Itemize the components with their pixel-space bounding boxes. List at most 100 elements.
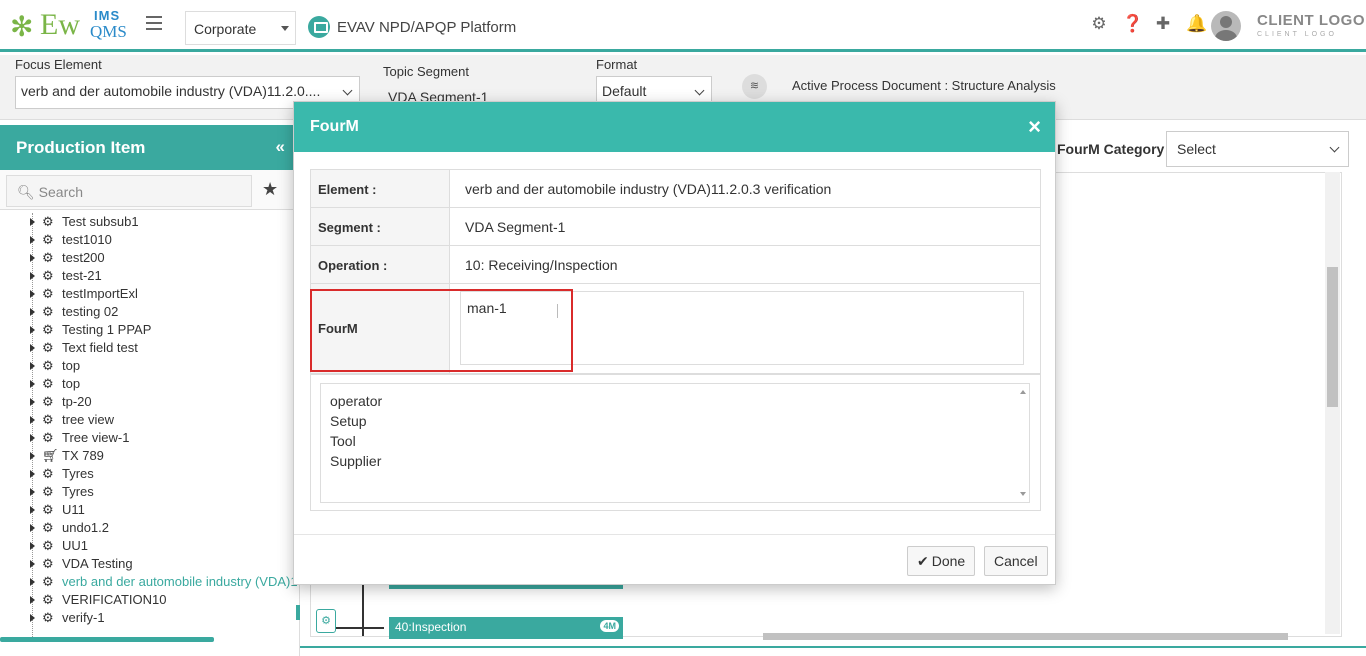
header-actions: ⚙ ❓ ✚ 🔔: [1090, 14, 1207, 34]
element-row: Element : verb and der automobile indust…: [311, 170, 1040, 208]
vertical-scrollbar[interactable]: [1325, 172, 1340, 634]
layers-icon[interactable]: ≋: [742, 74, 767, 99]
production-item-panel: Production Item « 🔍︎ Search ★ ⚙ Test subs…: [0, 125, 300, 656]
segment-label: Segment :: [311, 208, 450, 245]
footer-divider: [300, 646, 1366, 648]
search-input[interactable]: 🔍︎ Search: [6, 175, 252, 207]
tree-item[interactable]: ⚙ top: [0, 357, 300, 375]
tree-item[interactable]: ⚙ testing 02: [0, 303, 300, 321]
tree-item[interactable]: ⚙ UU1: [0, 537, 300, 555]
tree-item-label: Text field test: [62, 340, 138, 355]
monitor-icon: [308, 16, 330, 38]
chevron-down-icon: [342, 85, 353, 96]
tree-item[interactable]: ⚙ test-21: [0, 267, 300, 285]
fourm-option[interactable]: Setup: [330, 411, 1020, 431]
production-tree: ⚙ Test subsub1 ⚙ test1010 ⚙ test200 ⚙ test-21 ⚙ t…: [0, 213, 300, 639]
fourm-option[interactable]: Supplier: [330, 451, 1020, 471]
tree-item-label: verify-1: [62, 610, 105, 625]
tree-item[interactable]: ⚙ verb and der automobile industry (VDA)1: [0, 573, 300, 591]
done-button[interactable]: ✔ Done: [907, 546, 976, 576]
collapse-icon[interactable]: «: [276, 137, 285, 157]
modal-title: FourM: [310, 118, 359, 135]
gears-icon: ⚙: [42, 538, 54, 553]
gears-icon: ⚙: [42, 502, 54, 517]
fourm-options-list[interactable]: operator Setup Tool Supplier: [320, 383, 1030, 503]
done-label: Done: [931, 553, 966, 569]
tree-item[interactable]: ⚙ top: [0, 375, 300, 393]
tree-item[interactable]: ⚙ tp-20: [0, 393, 300, 411]
check-icon: ✔: [917, 553, 929, 569]
top-header: ✻ Ew IMS QMS Corporate EVAV NPD/APQP Pla…: [0, 0, 1366, 52]
platform-title-text: EVAV NPD/APQP Platform: [337, 18, 517, 36]
logo-text-ims: IMS: [94, 8, 121, 23]
tree-item[interactable]: ⚙ test1010: [0, 231, 300, 249]
selection-indicator: [296, 605, 300, 620]
tree-item[interactable]: ⚙ U11: [0, 501, 300, 519]
process-box[interactable]: 40:Inspection 4M: [389, 617, 623, 639]
operation-value: 10: Receiving/Inspection: [465, 257, 618, 273]
gears-icon: ⚙: [42, 304, 54, 319]
tree-item-label: undo1.2: [62, 520, 109, 535]
tree-item[interactable]: ⚙ Testing 1 PPAP: [0, 321, 300, 339]
tree-item[interactable]: ⚙ verify-1: [0, 609, 300, 627]
tree-item-label: top: [62, 358, 81, 373]
tree-item[interactable]: ⚙ Tree view-1: [0, 429, 300, 447]
fourm-category-value: Select: [1177, 141, 1216, 157]
tree-item-label: top: [62, 376, 81, 391]
gears-icon: ⚙: [42, 394, 54, 409]
tree-item[interactable]: ⚙ VDA Testing: [0, 555, 300, 573]
tree-item[interactable]: ⚙ test200: [0, 249, 300, 267]
tree-item[interactable]: ⚙ Test subsub1: [0, 213, 300, 231]
fourm-category-label: FourM Category: [1057, 141, 1165, 157]
app-logo[interactable]: ✻ Ew IMS QMS: [10, 6, 135, 46]
menu-toggle-icon[interactable]: [146, 16, 162, 30]
horizontal-scrollbar[interactable]: [0, 637, 214, 642]
plus-icon[interactable]: ✚: [1154, 14, 1172, 34]
scroll-down-icon[interactable]: [1020, 492, 1026, 496]
fourm-badge[interactable]: 4M: [600, 620, 619, 632]
scroll-up-icon[interactable]: [1020, 390, 1026, 394]
tree-item-label: tp-20: [62, 394, 92, 409]
fourm-option[interactable]: Tool: [330, 431, 1020, 451]
tree-item[interactable]: ⚙ Tyres: [0, 483, 300, 501]
gears-icon: ⚙: [42, 592, 54, 607]
gears-icon: ⚙: [42, 484, 54, 499]
flow-node-icon[interactable]: ⚙: [316, 609, 336, 633]
cancel-label: Cancel: [994, 553, 1038, 569]
tree-item[interactable]: ⚙ tree view: [0, 411, 300, 429]
star-icon[interactable]: ★: [262, 179, 278, 200]
highlight-annotation: [310, 289, 573, 372]
tree-item[interactable]: ⚙ Tyres: [0, 465, 300, 483]
modal-footer: ✔ Done Cancel: [294, 534, 1055, 585]
gears-icon: ⚙: [42, 268, 54, 283]
tree-item-label: test-21: [62, 268, 102, 283]
canvas-horizontal-scrollbar[interactable]: [763, 633, 1288, 640]
help-icon[interactable]: ❓: [1122, 14, 1143, 34]
fourm-option[interactable]: operator: [330, 391, 1020, 411]
tree-item[interactable]: ⚙ Text field test: [0, 339, 300, 357]
tree-item[interactable]: ⚙ testImportExl: [0, 285, 300, 303]
gears-icon: ⚙: [42, 340, 54, 355]
element-label: Element :: [311, 170, 450, 207]
tree-item[interactable]: ⚙ undo1.2: [0, 519, 300, 537]
search-icon: 🔍︎: [17, 184, 35, 200]
tree-item-label: Tyres: [62, 484, 94, 499]
tree-item-label: UU1: [62, 538, 89, 553]
tree-item[interactable]: 🛒︎ TX 789: [0, 447, 300, 465]
cancel-button[interactable]: Cancel: [984, 546, 1048, 576]
user-avatar[interactable]: [1211, 11, 1241, 41]
logo-text-ew: Ew: [40, 8, 80, 41]
bell-icon[interactable]: 🔔: [1186, 14, 1207, 34]
tree-item-label: Tyres: [62, 466, 94, 481]
close-icon[interactable]: ×: [1028, 114, 1041, 140]
gear-icon[interactable]: ⚙: [1090, 14, 1108, 34]
fourm-category-select[interactable]: Select: [1166, 131, 1349, 167]
scrollbar-thumb[interactable]: [1327, 267, 1338, 407]
focus-element-value: verb and der automobile industry (VDA)11…: [21, 83, 321, 99]
tree-item-label: test1010: [62, 232, 112, 247]
flow-connector: [336, 627, 384, 629]
panel-title: Production Item: [16, 138, 146, 157]
tree-item-label: Tree view-1: [62, 430, 130, 445]
tree-item[interactable]: ⚙ VERIFICATION10: [0, 591, 300, 609]
org-select[interactable]: Corporate: [185, 11, 296, 45]
